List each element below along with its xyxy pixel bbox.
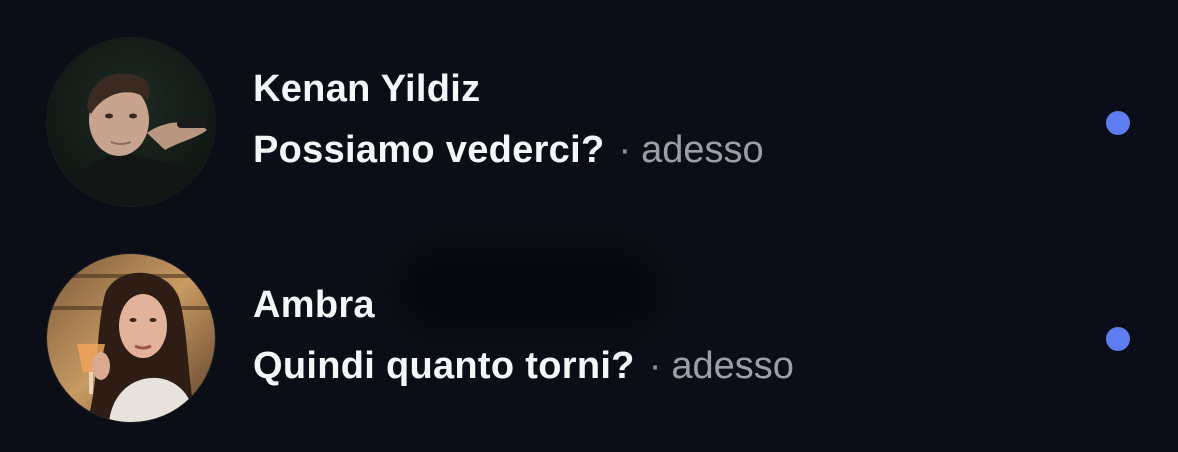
- conversation-row[interactable]: Ambra Quindi quanto torni? · adesso: [0, 238, 1178, 438]
- message-preview: Quindi quanto torni? · adesso: [253, 345, 794, 388]
- contact-name: Ambra: [253, 284, 375, 326]
- timestamp: adesso: [671, 345, 794, 387]
- avatar[interactable]: [47, 254, 215, 422]
- conversation-list: Kenan Yildiz Possiamo vederci?·adesso: [0, 0, 1178, 452]
- separator-dot: ·: [618, 129, 632, 171]
- contact-name: Kenan Yildiz: [253, 68, 481, 110]
- avatar-photo-icon: [47, 38, 215, 206]
- avatar-photo-icon: [47, 254, 215, 422]
- last-message: Quindi quanto torni?: [253, 345, 635, 387]
- timestamp: adesso: [641, 129, 764, 171]
- separator-dot: ·: [648, 345, 662, 387]
- avatar[interactable]: [47, 38, 215, 206]
- unread-indicator-icon: [1106, 111, 1130, 135]
- last-message: Possiamo vederci?: [253, 129, 605, 171]
- conversation-row[interactable]: Kenan Yildiz Possiamo vederci? · adesso: [0, 22, 1178, 222]
- unread-indicator-icon: [1106, 327, 1130, 351]
- message-preview: Possiamo vederci? · adesso: [253, 129, 764, 172]
